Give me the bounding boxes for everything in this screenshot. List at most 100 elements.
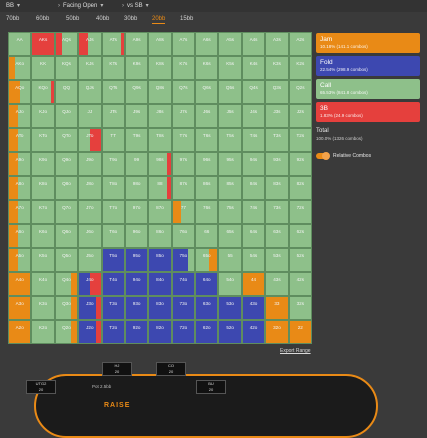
hand-cell-K3o[interactable]: K3o (31, 296, 55, 320)
hand-cell-82o[interactable]: 82o (148, 320, 172, 344)
hand-cell-53s[interactable]: 53s (265, 248, 289, 272)
hand-cell-66[interactable]: 66 (195, 224, 219, 248)
hand-cell-A3o[interactable]: A3o (8, 296, 32, 320)
hand-cell-J8o[interactable]: J8o (78, 176, 102, 200)
stack-tab-20bb[interactable]: 20bb (152, 16, 166, 24)
hand-cell-A4s[interactable]: A4s (241, 32, 266, 56)
hand-cell-87o[interactable]: 87o (148, 200, 172, 224)
hand-cell-A3s[interactable]: A3s (265, 32, 289, 56)
stack-tab-30bb[interactable]: 30bb (124, 16, 137, 22)
hand-cell-K9s[interactable]: K9s (124, 56, 149, 80)
hand-cell-43o[interactable]: 43o (241, 296, 266, 320)
situation-selector[interactable]: › Facing Open ▾ (58, 2, 103, 10)
hand-cell-AKo[interactable]: AKo (8, 56, 32, 80)
hand-cell-QQ[interactable]: QQ (54, 80, 79, 104)
hand-cell-44[interactable]: 44 (241, 272, 266, 296)
hand-cell-ATs[interactable]: ATs (101, 32, 125, 56)
hand-cell-T3s[interactable]: T3s (265, 128, 289, 152)
hand-cell-55[interactable]: 55 (218, 248, 242, 272)
hand-cell-QJs[interactable]: QJs (78, 80, 102, 104)
hand-cell-74o[interactable]: 74o (171, 272, 196, 296)
hand-cell-83o[interactable]: 83o (148, 296, 172, 320)
hand-cell-86s[interactable]: 86s (195, 176, 219, 200)
stack-tab-60bb[interactable]: 60bb (36, 16, 49, 22)
hand-cell-75s[interactable]: 75s (218, 200, 242, 224)
hand-cell-K8o[interactable]: K8o (31, 176, 55, 200)
hand-cell-54s[interactable]: 54s (241, 248, 266, 272)
hand-cell-T7o[interactable]: T7o (101, 200, 125, 224)
hand-cell-K4o[interactable]: K4o (31, 272, 55, 296)
hand-cell-J2s[interactable]: J2s (288, 104, 312, 128)
hand-cell-Q2s[interactable]: Q2s (288, 80, 312, 104)
hand-cell-43s[interactable]: 43s (265, 272, 289, 296)
hand-cell-AQo[interactable]: AQo (8, 80, 32, 104)
hand-cell-QTs[interactable]: QTs (101, 80, 125, 104)
hand-cell-T6o[interactable]: T6o (101, 224, 125, 248)
hand-cell-KJs[interactable]: KJs (78, 56, 102, 80)
hand-cell-53o[interactable]: 53o (218, 296, 242, 320)
hand-cell-JJ[interactable]: JJ (78, 104, 102, 128)
hand-cell-92s[interactable]: 92s (288, 152, 312, 176)
hand-cell-A4o[interactable]: A4o (8, 272, 32, 296)
hand-cell-J4o[interactable]: J4o (78, 272, 102, 296)
hand-cell-AQs[interactable]: AQs (54, 32, 79, 56)
hand-cell-75o[interactable]: 75o (171, 248, 196, 272)
hand-cell-J2o[interactable]: J2o (78, 320, 102, 344)
hand-cell-76s[interactable]: 76s (195, 200, 219, 224)
hand-cell-KTs[interactable]: KTs (101, 56, 125, 80)
hand-cell-77[interactable]: 77 (171, 200, 196, 224)
hand-cell-32s[interactable]: 32s (288, 296, 312, 320)
hand-cell-K5s[interactable]: K5s (218, 56, 242, 80)
seat-utg2[interactable]: UTG2 20 (26, 380, 56, 394)
hand-cell-T6s[interactable]: T6s (195, 128, 219, 152)
hand-cell-73o[interactable]: 73o (171, 296, 196, 320)
hand-cell-86o[interactable]: 86o (148, 224, 172, 248)
hand-cell-97o[interactable]: 97o (124, 200, 149, 224)
hand-cell-K7s[interactable]: K7s (171, 56, 196, 80)
hand-cell-A8o[interactable]: A8o (8, 176, 32, 200)
hand-cell-KTo[interactable]: KTo (31, 128, 55, 152)
seat-co[interactable]: CO 20 (156, 362, 186, 376)
hand-cell-QTo[interactable]: QTo (54, 128, 79, 152)
hand-cell-KJo[interactable]: KJo (31, 104, 55, 128)
hand-cell-52o[interactable]: 52o (218, 320, 242, 344)
hand-cell-42o[interactable]: 42o (241, 320, 266, 344)
hand-cell-85s[interactable]: 85s (218, 176, 242, 200)
seat-hj[interactable]: HJ 20 (102, 362, 132, 376)
hand-cell-J4s[interactable]: J4s (241, 104, 266, 128)
hand-cell-J5o[interactable]: J5o (78, 248, 102, 272)
hand-cell-A7o[interactable]: A7o (8, 200, 32, 224)
action-fold[interactable]: Fold 22.54% (298.9 combos) (316, 56, 420, 76)
hand-cell-AJs[interactable]: AJs (78, 32, 102, 56)
hand-cell-T4s[interactable]: T4s (241, 128, 266, 152)
hand-cell-64o[interactable]: 64o (195, 272, 219, 296)
hand-cell-K9o[interactable]: K9o (31, 152, 55, 176)
opponent-selector[interactable]: › vs SB ▾ (122, 2, 149, 10)
action-call[interactable]: Call 65.53% (841.8 combos) (316, 79, 420, 99)
hand-cell-98s[interactable]: 98s (148, 152, 172, 176)
hand-cell-AKs[interactable]: AKs (31, 32, 55, 56)
hand-cell-84o[interactable]: 84o (148, 272, 172, 296)
action-jam[interactable]: Jam 10.18% (141.1 combos) (316, 33, 420, 53)
stack-tab-50bb[interactable]: 50bb (66, 16, 79, 22)
hand-cell-95s[interactable]: 95s (218, 152, 242, 176)
hand-cell-K5o[interactable]: K5o (31, 248, 55, 272)
hand-cell-65s[interactable]: 65s (218, 224, 242, 248)
hand-cell-32o[interactable]: 32o (265, 320, 289, 344)
hand-cell-42s[interactable]: 42s (288, 272, 312, 296)
hand-cell-JTs[interactable]: JTs (101, 104, 125, 128)
hand-cell-A8s[interactable]: A8s (148, 32, 172, 56)
hand-cell-A2s[interactable]: A2s (288, 32, 312, 56)
hand-cell-KQs[interactable]: KQs (54, 56, 79, 80)
hand-cell-K3s[interactable]: K3s (265, 56, 289, 80)
hand-cell-99[interactable]: 99 (124, 152, 149, 176)
hand-cell-Q4o[interactable]: Q4o (54, 272, 79, 296)
hand-cell-K6s[interactable]: K6s (195, 56, 219, 80)
export-range-link[interactable]: Export Range (280, 348, 311, 354)
hand-cell-K4s[interactable]: K4s (241, 56, 266, 80)
hand-cell-A9o[interactable]: A9o (8, 152, 32, 176)
hand-cell-Q7s[interactable]: Q7s (171, 80, 196, 104)
relative-combos-toggle[interactable] (316, 152, 330, 160)
stack-tab-15bb[interactable]: 15bb (180, 16, 193, 22)
hand-cell-Q3o[interactable]: Q3o (54, 296, 79, 320)
